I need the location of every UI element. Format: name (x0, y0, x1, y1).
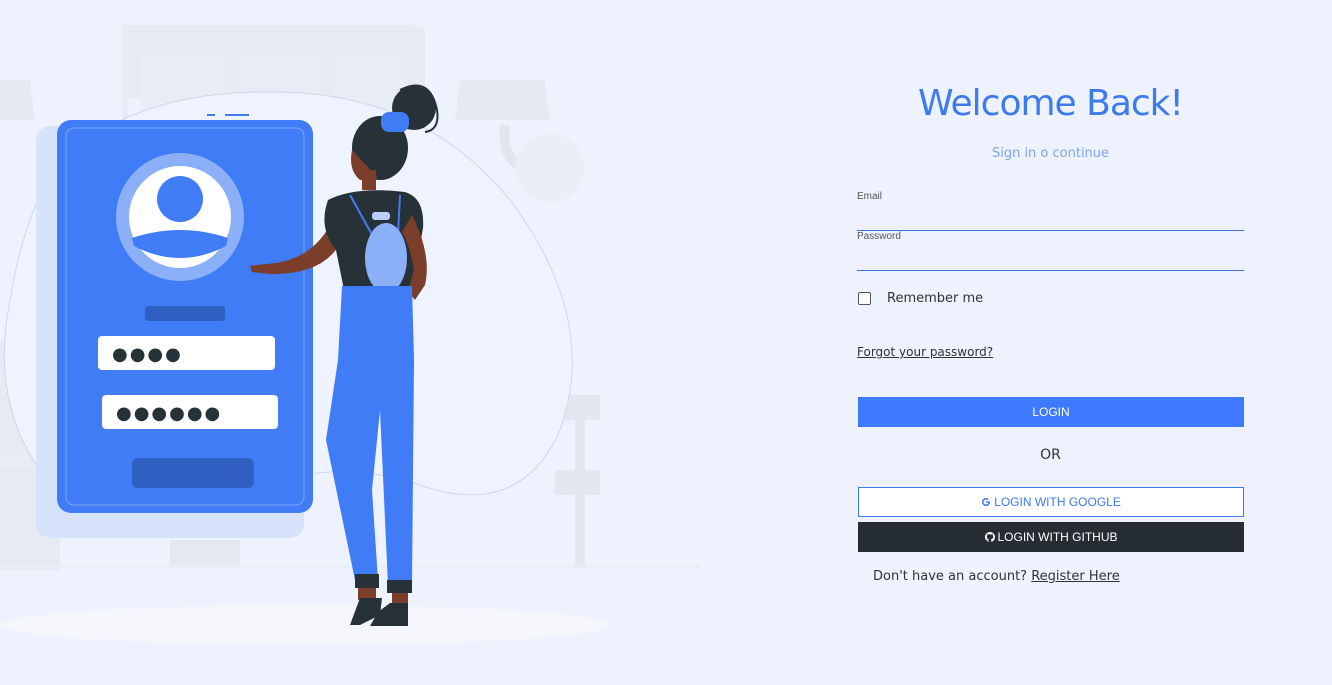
avatar-icon (116, 153, 244, 281)
login-page: ●●●● ●●●●●● Welcome Back! Sign in o cont… (0, 0, 1332, 685)
page-title: Welcome Back! (918, 83, 1184, 124)
google-icon (981, 497, 991, 507)
forgot-password-link[interactable]: Forgot your password? (857, 345, 993, 359)
remember-me-checkbox[interactable] (858, 292, 871, 305)
google-button-label: LOGIN WITH GOOGLE (994, 495, 1121, 509)
password-label: Password (857, 231, 901, 242)
login-with-github-button[interactable]: LOGIN WITH GITHUB (858, 522, 1244, 552)
login-panel: Welcome Back! Sign in o continue Email P… (857, 0, 1244, 685)
password-field-group: Password (857, 231, 1244, 271)
register-prompt: Don't have an account? (873, 569, 1028, 584)
phone-submit-bar (132, 458, 254, 488)
password-field[interactable] (857, 248, 1244, 271)
remember-me-row: Remember me (858, 291, 983, 306)
phone-label-bar (145, 306, 225, 321)
floor-shadow (0, 605, 610, 645)
phone-pin-dots-2: ●●●●●● (116, 403, 222, 424)
page-subtitle: Sign in o continue (991, 146, 1110, 161)
login-with-google-button[interactable]: LOGIN WITH GOOGLE (858, 487, 1244, 517)
or-divider-text: OR (1040, 447, 1061, 463)
github-icon (984, 532, 995, 542)
email-field-group: Email (857, 191, 1244, 231)
login-illustration: ●●●● ●●●●●● (0, 25, 700, 645)
remember-me-label[interactable]: Remember me (887, 291, 983, 306)
email-field[interactable] (857, 208, 1244, 231)
register-link[interactable]: Register Here (1031, 569, 1120, 584)
register-row: Don't have an account? Register Here (873, 569, 1120, 584)
login-button[interactable]: LOGIN (858, 397, 1244, 427)
email-label: Email (857, 191, 883, 202)
github-button-label: LOGIN WITH GITHUB (997, 530, 1118, 544)
phone-pin-dots-1: ●●●● (112, 344, 183, 365)
